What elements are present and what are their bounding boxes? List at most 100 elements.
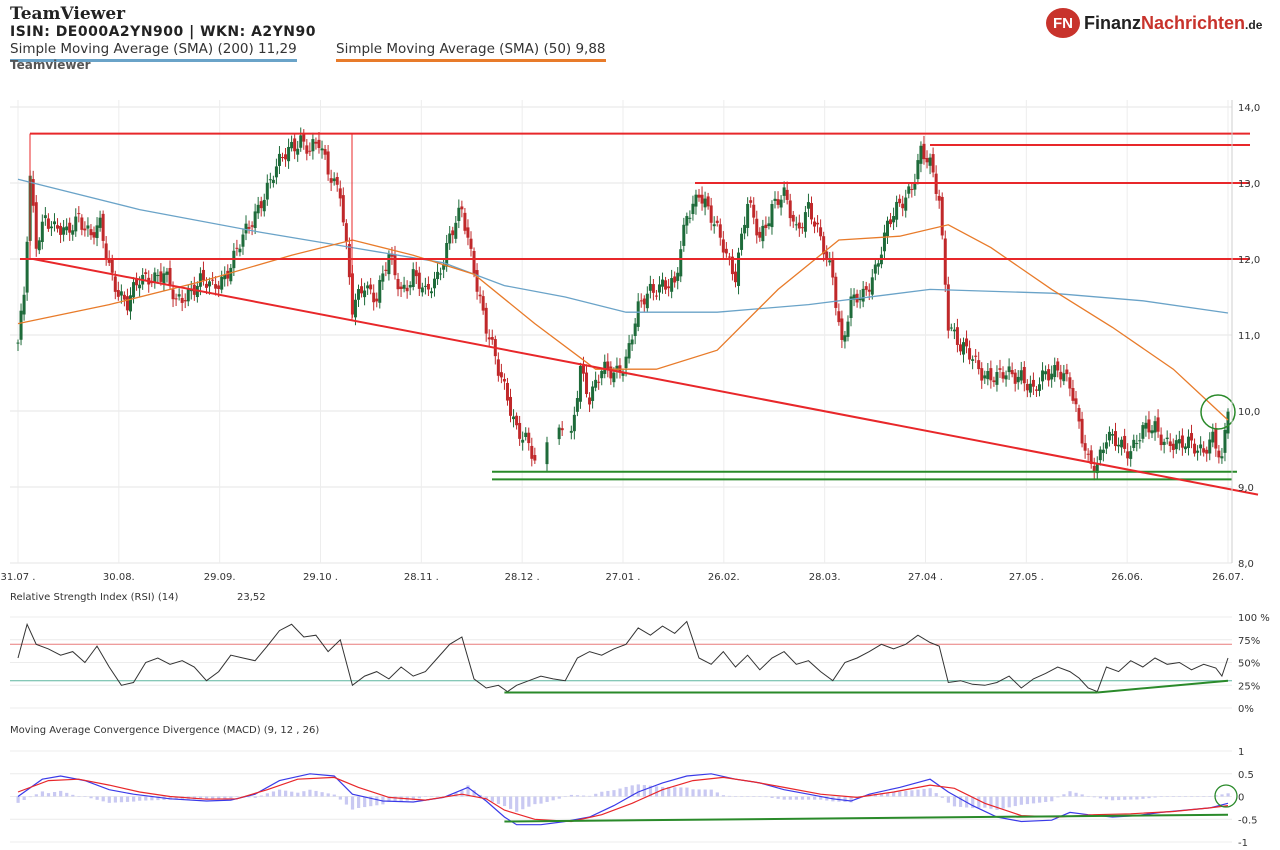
- candle-body: [220, 276, 224, 290]
- candle-body: [417, 272, 421, 289]
- candle-body: [624, 356, 628, 369]
- candle-body: [1083, 443, 1087, 451]
- candle-body: [977, 360, 981, 370]
- macd-histogram-bar: [673, 787, 677, 797]
- candle-body: [907, 186, 911, 194]
- chart-canvas[interactable]: 14,0 13,0 12,0 11,0 10,0 9,0 8,0 31.07 . 30.08. 2…: [0, 0, 1280, 850]
- macd-series: [16, 773, 1238, 826]
- candle-body: [651, 284, 655, 293]
- candle-body: [943, 238, 947, 285]
- macd-histogram-bar: [1086, 795, 1090, 797]
- macd-histogram-bar: [1062, 794, 1066, 797]
- candle-body: [983, 375, 987, 379]
- macd-histogram-bar: [113, 796, 117, 803]
- candle-body: [788, 200, 792, 219]
- macd-histogram-bar: [691, 789, 695, 797]
- candle-body: [1165, 437, 1169, 440]
- macd-histogram-bar: [776, 796, 780, 799]
- candle-body: [1114, 431, 1118, 447]
- macd-histogram-bar: [545, 796, 549, 802]
- candle-body: [469, 238, 473, 249]
- candle-body: [499, 372, 503, 378]
- candle-body: [965, 338, 969, 347]
- macd-histogram-bar: [752, 796, 756, 797]
- macd-histogram-bar: [265, 793, 269, 797]
- candle-body: [366, 285, 370, 289]
- candle-body: [37, 240, 41, 251]
- candle-body: [925, 157, 929, 163]
- macd-histogram-bar: [800, 796, 805, 800]
- candle-body: [466, 227, 470, 238]
- candle-body: [83, 228, 87, 231]
- candle-body: [211, 279, 215, 281]
- macd-histogram-bar: [910, 790, 914, 797]
- macd-histogram-bar: [235, 796, 239, 797]
- macd-histogram-bar: [983, 796, 987, 808]
- macd-histogram-bar: [211, 796, 215, 799]
- candle-body: [104, 243, 108, 259]
- candle-body: [828, 260, 832, 263]
- macd-histogram-bar: [1068, 791, 1072, 797]
- candle-body: [670, 278, 674, 292]
- candle-body: [208, 281, 212, 287]
- macd-histogram-bar: [782, 796, 786, 800]
- macd-histogram-bar: [758, 796, 762, 797]
- candle-body: [910, 189, 914, 191]
- candle-body: [429, 291, 433, 294]
- candle-body: [290, 141, 294, 149]
- candle-body: [989, 368, 993, 381]
- candle-body: [791, 214, 795, 222]
- candle-body: [1047, 369, 1051, 381]
- candle-body: [1019, 370, 1023, 381]
- candle-body: [688, 217, 692, 219]
- candle-body: [1183, 446, 1187, 450]
- macd-histogram-bar: [40, 791, 45, 797]
- macd-histogram-bar: [527, 796, 531, 807]
- candle-body: [1177, 439, 1181, 444]
- candle-body: [293, 138, 297, 152]
- candle-body: [490, 337, 494, 340]
- candle-body: [594, 379, 598, 388]
- macd-histogram-bar: [429, 796, 434, 797]
- candle-body: [1071, 388, 1075, 401]
- macd-histogram-bar: [612, 790, 616, 797]
- macd-histogram-bar: [581, 795, 586, 797]
- candle-body: [463, 212, 467, 231]
- candle-body: [481, 296, 485, 311]
- macd-histogram-bar: [308, 789, 312, 797]
- macd-histogram-bar: [229, 796, 233, 799]
- candle-body: [168, 267, 172, 287]
- candle-body: [834, 276, 838, 308]
- macd-histogram-bar: [928, 788, 932, 797]
- rsi-grid: 100 % 75% 50% 25% 0%: [10, 613, 1270, 715]
- candle-body: [1180, 435, 1184, 448]
- candle-body: [1141, 425, 1145, 439]
- candle-body: [743, 224, 747, 234]
- candle-body: [612, 372, 616, 383]
- candle-body: [782, 187, 786, 196]
- macd-histogram-bar: [277, 789, 282, 797]
- candle-body: [128, 295, 132, 312]
- macd-histogram-bar: [125, 796, 130, 802]
- macd-histogram-bar: [1220, 794, 1224, 797]
- candle-body: [837, 311, 841, 323]
- macd-histogram-bar: [806, 796, 811, 800]
- candle-body: [679, 249, 683, 277]
- candle-body: [496, 359, 500, 376]
- candle-body: [840, 318, 844, 340]
- macd-histogram-bar: [107, 796, 111, 803]
- candle-body: [819, 227, 823, 237]
- macd-histogram-bar: [1190, 796, 1194, 797]
- candle-body: [399, 286, 403, 289]
- rsi-tick-label: 100 %: [1238, 613, 1270, 624]
- candle-body: [472, 250, 476, 274]
- macd-histogram-bar: [1044, 796, 1048, 802]
- candle-body: [761, 225, 765, 242]
- macd-histogram-bar: [1165, 796, 1169, 797]
- candle-body: [785, 189, 789, 200]
- candle-body: [1168, 441, 1172, 447]
- candle-body: [752, 204, 756, 218]
- macd-histogram-bar: [417, 796, 422, 799]
- candle-body: [1098, 449, 1102, 461]
- y-tick-label: 14,0: [1238, 103, 1260, 114]
